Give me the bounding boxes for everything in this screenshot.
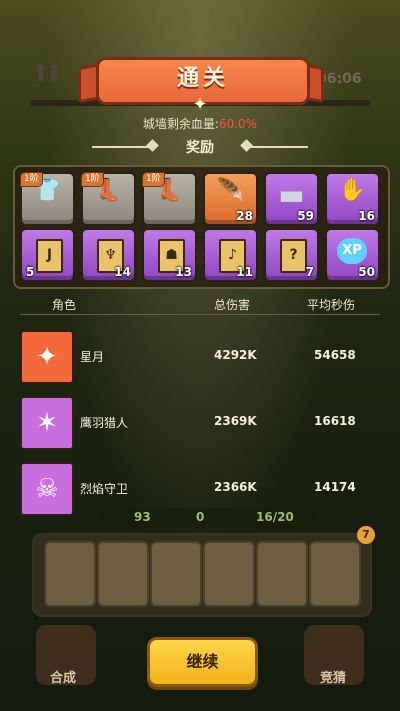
reward-item[interactable]: 👕 1阶 [20, 172, 75, 226]
continue-label: 继续 [186, 652, 219, 671]
reward-item[interactable]: ☗ 13 [142, 228, 197, 282]
reward-quantity: 28 [236, 209, 253, 223]
reward-quantity: 13 [175, 265, 192, 279]
reward-item[interactable]: ♆ 14 [81, 228, 136, 282]
reward-quantity: 7 [305, 265, 314, 279]
hero-name: 星月 [80, 350, 105, 364]
col-header-total-damage: 总伤害 [214, 298, 251, 312]
iron-ingot-icon: ▬ [278, 178, 305, 211]
wall-hp-label: 城墙剩余血量: [142, 117, 219, 131]
xp-icon: XP [337, 238, 367, 264]
tier-badge: 1阶 [81, 172, 104, 187]
reward-item[interactable]: ♪ 11 [203, 228, 258, 282]
sparkle-icon: ✦ [192, 94, 208, 115]
hero-avatar: ☠ [20, 462, 74, 516]
hero-dps: 14174 [314, 480, 356, 494]
hero-dps: 54658 [314, 348, 356, 362]
card-slot[interactable] [44, 541, 96, 607]
result-title: 通关 [176, 66, 229, 91]
hero-total-damage: 2369K [214, 414, 257, 428]
resource-gold: 93 [134, 510, 151, 524]
hero-total-damage: 4292K [214, 348, 257, 362]
stats-divider [20, 314, 380, 315]
col-header-dps: 平均秒伤 [307, 298, 356, 312]
hero-dps: 16618 [314, 414, 356, 428]
hero-avatar: ✦ [20, 330, 74, 384]
reward-quantity: 11 [236, 265, 253, 279]
gold-feather-icon: 🪶 [216, 178, 245, 203]
wall-hp-value: 60.0% [218, 117, 258, 131]
guess-label: 竞猜 [320, 671, 347, 686]
reward-item[interactable]: 👢 1阶 [142, 172, 197, 226]
reward-item[interactable]: 👢 1阶 [81, 172, 136, 226]
resource-gem: 0 [196, 510, 205, 524]
col-header-role: 角色 [52, 298, 77, 312]
reward-quantity: 50 [358, 265, 375, 279]
wall-hp-line: 城墙剩余血量:60.0% [0, 115, 400, 132]
reward-item[interactable]: J5 [20, 228, 75, 282]
rewards-title: 奖励 [186, 140, 214, 156]
tier-badge: 1阶 [142, 172, 165, 187]
card-slot[interactable] [150, 541, 202, 607]
card-slot[interactable] [309, 541, 361, 607]
merge-label: 合成 [50, 671, 77, 686]
card-slot[interactable] [97, 541, 149, 607]
reward-quantity: 16 [358, 209, 375, 223]
continue-button[interactable]: 继续 [147, 637, 258, 687]
reward-quantity: 14 [114, 265, 131, 279]
card-slot[interactable] [203, 541, 255, 607]
reward-item[interactable]: 🪶 28 [203, 172, 258, 226]
hero-name: 鹰羽猎人 [80, 416, 129, 430]
tier-badge: 1阶 [20, 172, 43, 187]
reward-item[interactable]: XP 50 [325, 228, 380, 282]
reward-item[interactable]: ? 7 [264, 228, 319, 282]
scroll-icon: ? [280, 239, 307, 273]
slot-count-badge: 7 [357, 526, 375, 544]
reward-quantity: 59 [297, 209, 314, 223]
reward-item[interactable]: ✋ 16 [325, 172, 380, 226]
glove-icon: ✋ [338, 178, 367, 203]
hero-avatar: ✶ [20, 396, 74, 450]
unit-capacity: 16/20 [256, 510, 294, 524]
reward-quantity: 5 [26, 265, 35, 279]
hero-name: 烈焰守卫 [80, 482, 129, 496]
rewards-divider-right [248, 146, 308, 148]
hero-total-damage: 2366K [214, 480, 257, 494]
reward-item[interactable]: ▬ 59 [264, 172, 319, 226]
card-slot[interactable] [256, 541, 308, 607]
scroll-icon: J [36, 239, 63, 273]
